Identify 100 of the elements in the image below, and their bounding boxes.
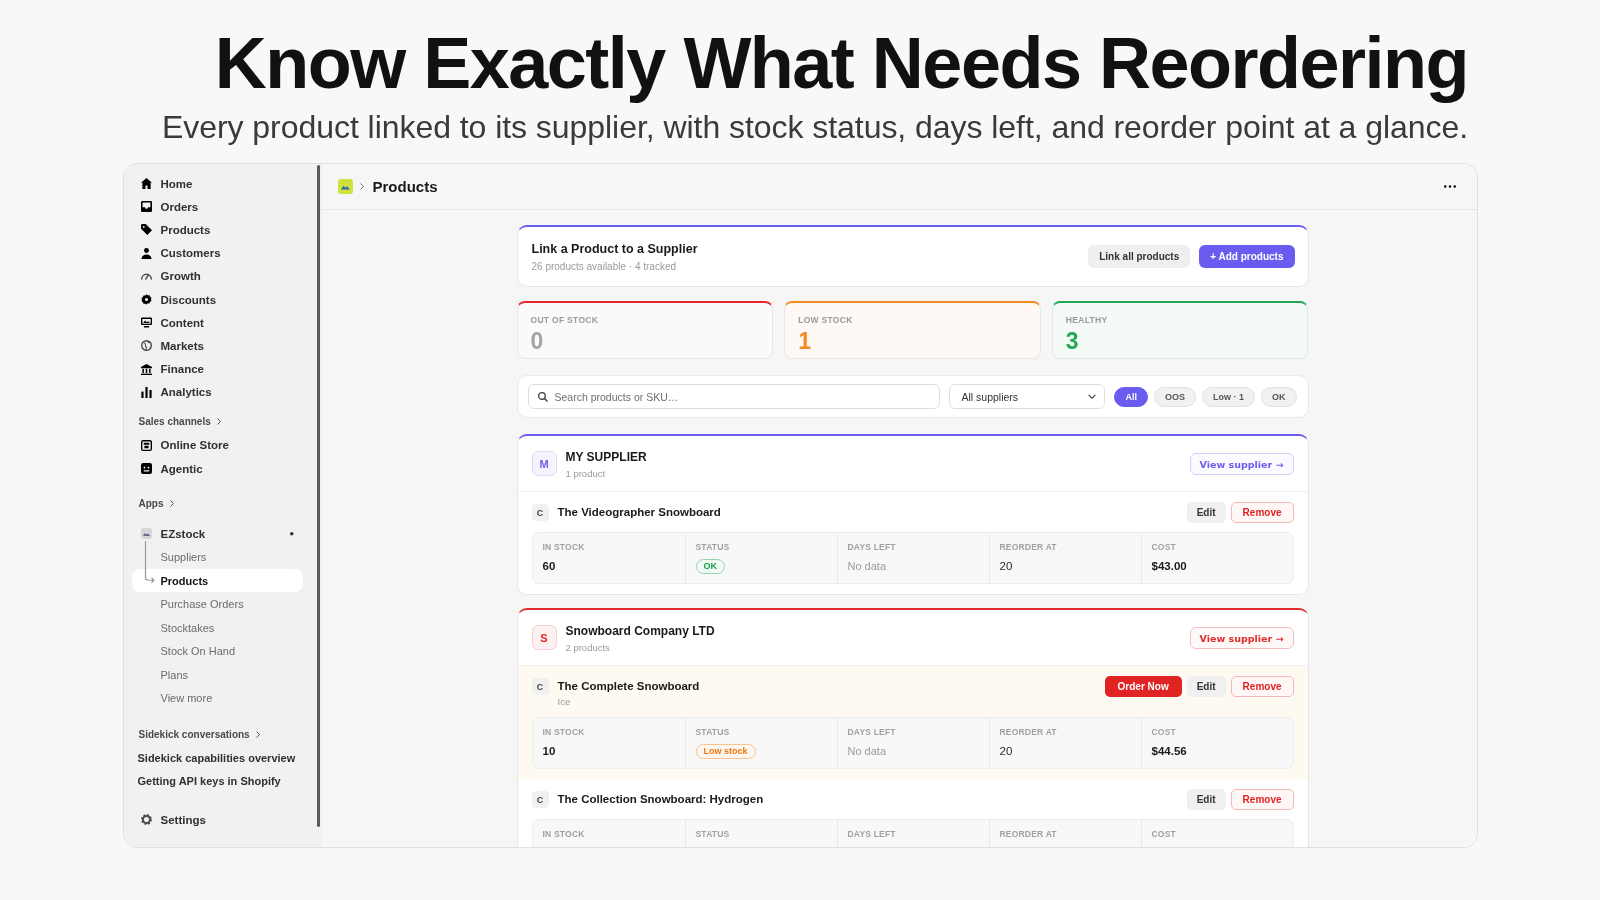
nav-item[interactable]: Products: [131, 218, 303, 242]
detail-value: No data: [847, 745, 887, 757]
page-title: Products: [372, 178, 438, 195]
order-now-button[interactable]: Order Now: [1104, 676, 1182, 697]
tree-connector-icon: [144, 541, 155, 584]
link-all-button[interactable]: Link all products: [1088, 245, 1191, 268]
submenu-item[interactable]: Stock On Hand: [131, 639, 303, 663]
product-name: The Collection Snowboard: Hydrogen: [557, 792, 764, 807]
detail-label: COST: [1151, 727, 1177, 738]
product-name: The Complete Snowboard: [557, 679, 700, 694]
bar-chart-icon: [140, 386, 152, 398]
supplier-select[interactable]: All suppliers: [948, 384, 1106, 409]
product-count: 2 products: [565, 641, 611, 654]
robot-icon: [140, 463, 152, 475]
stat-label: HEALTHY: [1065, 315, 1109, 325]
detail-label: STATUS: [695, 829, 731, 840]
status-tag: OK: [695, 558, 725, 574]
nav-item[interactable]: Online Store: [131, 433, 303, 458]
storefront-icon: [140, 439, 152, 451]
detail-value: $44.56: [1151, 745, 1187, 757]
detail-label: STATUS: [695, 727, 731, 738]
globe-icon: [140, 340, 152, 352]
chevron-icon: [359, 183, 364, 190]
remove-button[interactable]: Remove: [1230, 789, 1294, 810]
stat-value: 3: [1065, 330, 1080, 353]
edit-button[interactable]: Edit: [1186, 789, 1226, 810]
add-products-button[interactable]: + Add products: [1199, 245, 1295, 268]
nav-item[interactable]: Growth: [131, 264, 303, 288]
supplier-name: Snowboard Company LTD: [565, 623, 715, 639]
edit-button[interactable]: Edit: [1186, 676, 1226, 697]
home-icon: [140, 178, 152, 190]
app-icon[interactable]: [337, 179, 353, 194]
nav-item[interactable]: Customers: [131, 241, 303, 265]
nav-item[interactable]: Orders: [131, 195, 303, 219]
conversation-link[interactable]: Getting API keys in Shopify: [131, 769, 303, 793]
chevron-icon: [255, 731, 260, 739]
detail-label: REORDER AT: [999, 542, 1058, 553]
nav-item[interactable]: Finance: [131, 357, 303, 381]
card-subtitle: 26 products available · 4 tracked: [531, 260, 678, 272]
dot-icon: [290, 532, 294, 536]
nav-item[interactable]: Markets: [131, 334, 303, 358]
search-field[interactable]: Search products or SKU…: [527, 384, 940, 409]
submenu-item[interactable]: View more: [131, 686, 303, 710]
nav-item[interactable]: Analytics: [131, 380, 303, 404]
nav-item[interactable]: Settings: [131, 808, 303, 832]
product-avatar: C: [531, 678, 549, 695]
product-avatar: C: [531, 791, 549, 808]
bank-icon: [140, 363, 152, 375]
filter-chip[interactable]: OOS: [1154, 386, 1196, 407]
detail-label: STATUS: [695, 542, 731, 553]
app-icon: [140, 528, 152, 540]
chevron-icon: [169, 499, 174, 507]
stat-value: 0: [530, 330, 545, 353]
filter-chip[interactable]: All: [1114, 386, 1148, 407]
detail-value: 60: [542, 560, 556, 572]
detail-label: REORDER AT: [999, 727, 1058, 738]
inbox-icon: [140, 201, 152, 213]
monitor-icon: [140, 317, 152, 329]
submenu-item[interactable]: Purchase Orders: [131, 592, 303, 616]
supplier-name: MY SUPPLIER: [565, 449, 647, 465]
product-avatar: C: [531, 504, 549, 521]
more-icon[interactable]: [1443, 185, 1456, 188]
submenu-item[interactable]: Plans: [131, 662, 303, 687]
view-supplier-button[interactable]: View supplier →: [1189, 453, 1294, 475]
nav-item[interactable]: Content: [131, 311, 303, 335]
detail-label: DAYS LEFT: [847, 542, 897, 553]
detail-value: 20: [999, 560, 1013, 572]
submenu-item[interactable]: Suppliers: [131, 545, 303, 569]
chevron-icon: [216, 418, 221, 426]
supplier-avatar: S: [531, 625, 557, 650]
product-variant: Ice: [557, 695, 572, 708]
section-link[interactable]: Apps: [123, 493, 174, 514]
status-tag: Low stock: [695, 743, 756, 759]
remove-button[interactable]: Remove: [1230, 502, 1294, 523]
settings-icon: [140, 814, 152, 826]
section-link[interactable]: Sales channels: [123, 411, 221, 432]
filter-chip[interactable]: OK: [1261, 386, 1297, 407]
conversation-link[interactable]: Sidekick capabilities overview: [131, 745, 303, 770]
nav-item[interactable]: Discounts: [131, 287, 303, 312]
view-supplier-button[interactable]: View supplier →: [1189, 627, 1294, 649]
nav-item[interactable]: Agentic: [131, 457, 303, 481]
submenu-item[interactable]: Products: [131, 568, 303, 593]
supplier-avatar: M: [531, 451, 557, 476]
filter-chip[interactable]: Low · 1: [1202, 386, 1255, 407]
remove-button[interactable]: Remove: [1230, 676, 1294, 697]
detail-value: 10: [542, 745, 556, 757]
scrollbar-thumb[interactable]: [316, 165, 320, 827]
subheadline: Every product linked to its supplier, with stock status, days left, and reorder point at a glance.: [161, 108, 1468, 146]
search-icon: [537, 391, 548, 402]
caret-icon: [1088, 394, 1097, 399]
section-link[interactable]: Sidekick conversations: [123, 724, 260, 745]
detail-label: DAYS LEFT: [847, 829, 897, 840]
detail-label: DAYS LEFT: [847, 727, 897, 738]
app-item[interactable]: EZstock: [131, 522, 303, 546]
detail-label: COST: [1151, 829, 1177, 840]
detail-label: COST: [1151, 542, 1177, 553]
nav-item[interactable]: Home: [131, 172, 303, 196]
submenu-item[interactable]: Stocktakes: [131, 615, 303, 640]
edit-button[interactable]: Edit: [1186, 502, 1226, 523]
stat-label: LOW STOCK: [798, 315, 854, 325]
